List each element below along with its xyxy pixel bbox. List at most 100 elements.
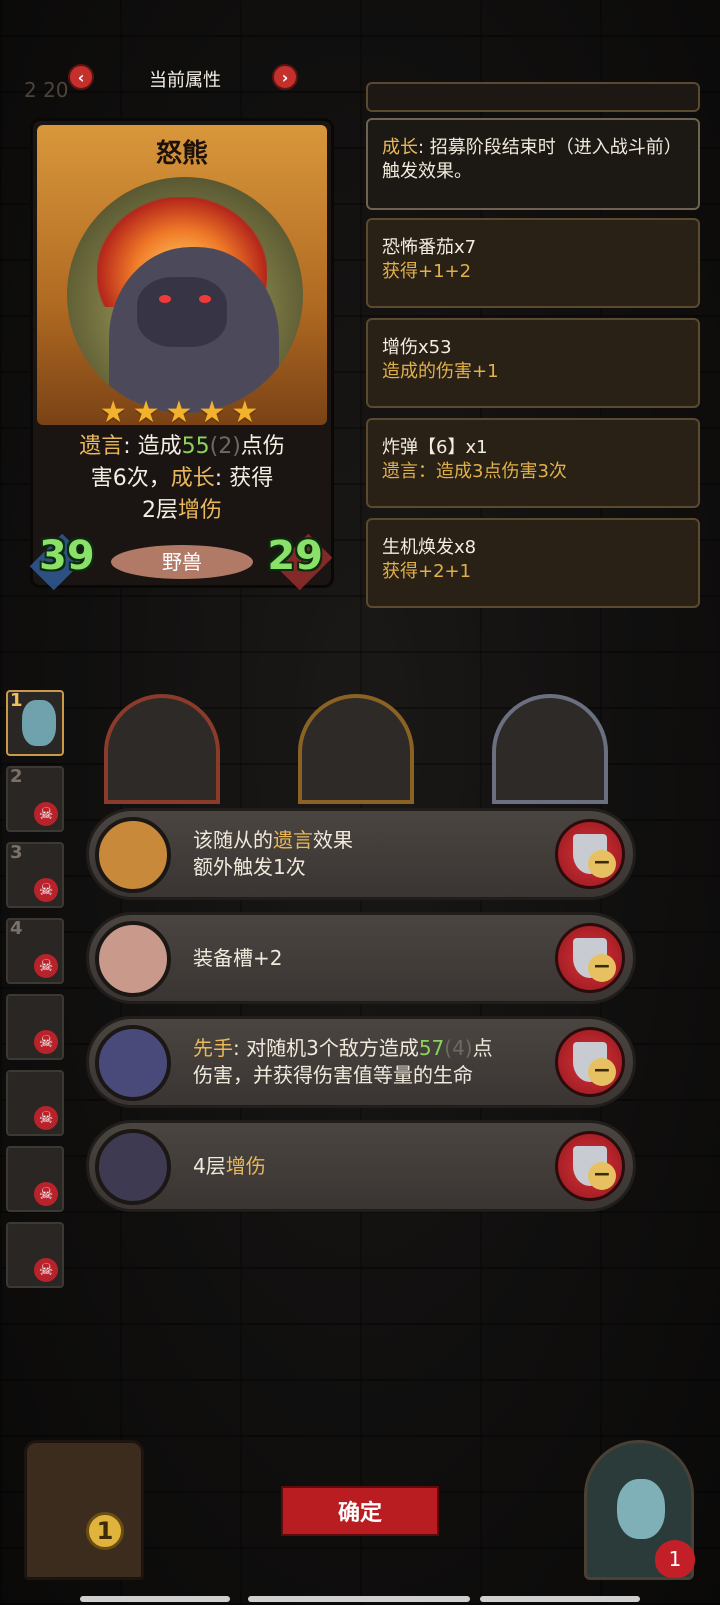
lives-heart-icon: 1 — [655, 1540, 695, 1578]
equipment-text: 该随从的遗言效果 额外触发1次 — [193, 811, 553, 897]
unequip-button[interactable]: − — [555, 923, 625, 993]
unequip-button[interactable]: − — [555, 1027, 625, 1097]
next-arrow-button[interactable]: › — [272, 64, 298, 90]
damage-base: (2) — [209, 434, 241, 459]
star-rating: ★★★★★ — [37, 395, 327, 430]
pig-icon — [95, 921, 171, 997]
skull-icon: ☠ — [34, 954, 58, 978]
desc-text: 2层 — [141, 498, 178, 523]
skull-icon: ☠ — [34, 878, 58, 902]
slot-number: 3 — [10, 842, 23, 863]
keyword-damage-up: 增伤 — [225, 1153, 266, 1178]
attribute-header: ‹ 当前属性 › — [60, 60, 310, 96]
roster-slot-7[interactable]: ☠ — [6, 1146, 64, 1212]
home-indicator — [248, 1596, 470, 1602]
buff-effect: 造成的伤害+1 — [382, 361, 499, 382]
equipment-row[interactable]: 装备槽+2 − — [86, 912, 636, 1004]
skull-icon: ☠ — [34, 1106, 58, 1130]
equip-desc: 4层 — [193, 1153, 226, 1178]
equip-desc: 效果 — [313, 828, 353, 852]
page-title: 当前属性 — [149, 70, 221, 91]
buff-effect: 遗言：造成3点伤害3次 — [382, 461, 567, 482]
equipment-text: 先手: 对随机3个敌方造成57(4)点 伤害，并获得伤害值等量的生命 — [193, 1019, 553, 1105]
equipment-text: 4层增伤 — [193, 1123, 553, 1209]
skull-icon: ☠ — [34, 802, 58, 826]
star-icon: ★ — [231, 395, 265, 430]
damage-base: (4) — [444, 1036, 473, 1060]
buff-item[interactable]: 炸弹【6】x1 遗言：造成3点伤害3次 — [366, 418, 700, 508]
equip-desc-line2: 额外触发1次 — [193, 855, 306, 879]
skull-icon: ☠ — [34, 1030, 58, 1054]
slot-number: 4 — [10, 918, 23, 939]
equip-desc: 点 — [472, 1036, 493, 1060]
equipment-text: 装备槽+2 — [193, 915, 553, 1001]
board-slot-bear[interactable] — [104, 694, 220, 804]
minus-icon: − — [588, 954, 616, 982]
medallion-icon — [95, 817, 171, 893]
equipment-row[interactable]: 先手: 对随机3个敌方造成57(4)点 伤害，并获得伤害值等量的生命 − — [86, 1016, 636, 1108]
slot-number: 2 — [10, 766, 23, 787]
bear-eye-left — [159, 295, 171, 303]
card-name: 怒熊 — [155, 139, 208, 169]
roster-slot-4[interactable]: 4 ☠ — [6, 918, 64, 984]
bear-face — [137, 277, 227, 347]
growth-text: : 招募阶段结束时（进入战斗前）触发效果。 — [382, 137, 682, 182]
keyword-deathrattle: 遗言 — [273, 828, 313, 852]
keyword-first-strike: 先手 — [193, 1036, 233, 1060]
buff-effect: 获得+2+1 — [382, 561, 472, 582]
skull-icon: ☠ — [34, 1258, 58, 1282]
keyword-growth: 成长 — [170, 466, 215, 491]
minus-icon: − — [588, 850, 616, 878]
keyword-growth: 成长 — [382, 137, 418, 158]
desc-text: : 获得 — [214, 466, 274, 491]
desc-text: 点伤 — [240, 434, 285, 459]
keyword-damage-up: 增伤 — [177, 498, 222, 523]
buff-name: 恐怖番茄x7 — [382, 237, 477, 258]
blade-icon — [95, 1025, 171, 1101]
growth-info-panel: 成长: 招募阶段结束时（进入战斗前）触发效果。 — [366, 118, 700, 210]
buff-name: 炸弹【6】x1 — [382, 437, 488, 458]
damage-value: 55 — [181, 434, 210, 459]
prev-arrow-button[interactable]: ‹ — [68, 64, 94, 90]
keyword-deathrattle: 遗言 — [79, 434, 124, 459]
unequip-button[interactable]: − — [555, 1131, 625, 1201]
tribe-badge: 野兽 — [111, 545, 253, 579]
star-icon: ★ — [132, 395, 166, 430]
buff-name: 增伤x53 — [382, 337, 452, 358]
equip-desc: 装备槽+2 — [193, 945, 283, 970]
shop-wagon-icon[interactable] — [24, 1440, 144, 1580]
buff-effect: 获得+1+2 — [382, 261, 472, 282]
equip-desc: : 对随机3个敌方造成 — [233, 1036, 419, 1060]
equip-desc: 该随从的 — [193, 828, 273, 852]
roster-slot-6[interactable]: ☠ — [6, 1070, 64, 1136]
minus-icon: − — [588, 1058, 616, 1086]
roster-slot-1[interactable]: 1 — [6, 690, 64, 756]
card-description: 遗言: 造成55(2)点伤 害6次，成长: 获得 2层增伤 — [49, 431, 315, 527]
desc-text: : 造成 — [123, 434, 182, 459]
board-slot-plant[interactable] — [298, 694, 414, 804]
skull-icon: ☠ — [34, 1182, 58, 1206]
buff-item[interactable]: 生机焕发x8 获得+2+1 — [366, 518, 700, 608]
equip-desc-line2: 伤害，并获得伤害值等量的生命 — [193, 1063, 473, 1087]
damage-value: 57 — [418, 1036, 445, 1060]
roster-slot-8[interactable]: ☠ — [6, 1222, 64, 1288]
panel-scroll-top[interactable] — [366, 82, 700, 112]
health-value: 29 — [267, 533, 323, 579]
hero-face — [617, 1479, 665, 1539]
equipment-row[interactable]: 4层增伤 − — [86, 1120, 636, 1212]
board-slot-dragon[interactable] — [492, 694, 608, 804]
attack-value: 39 — [39, 533, 95, 579]
roster-slot-2[interactable]: 2 ☠ — [6, 766, 64, 832]
roster-slot-3[interactable]: 3 ☠ — [6, 842, 64, 908]
roster-slot-5[interactable]: ☠ — [6, 994, 64, 1060]
wing-icon — [95, 1129, 171, 1205]
confirm-button[interactable]: 确定 — [281, 1486, 439, 1536]
buff-item[interactable]: 增伤x53 造成的伤害+1 — [366, 318, 700, 408]
equipment-row[interactable]: 该随从的遗言效果 额外触发1次 − — [86, 808, 636, 900]
buff-item[interactable]: 恐怖番茄x7 获得+1+2 — [366, 218, 700, 308]
unequip-button[interactable]: − — [555, 819, 625, 889]
star-icon: ★ — [198, 395, 232, 430]
star-icon: ★ — [99, 395, 133, 430]
card-frame: 怒熊 ★★★★★ — [37, 125, 327, 430]
unit-card: 怒熊 ★★★★★ 遗言: 造成55(2)点伤 害6次，成长: 获得 2层增伤 3… — [29, 118, 334, 591]
